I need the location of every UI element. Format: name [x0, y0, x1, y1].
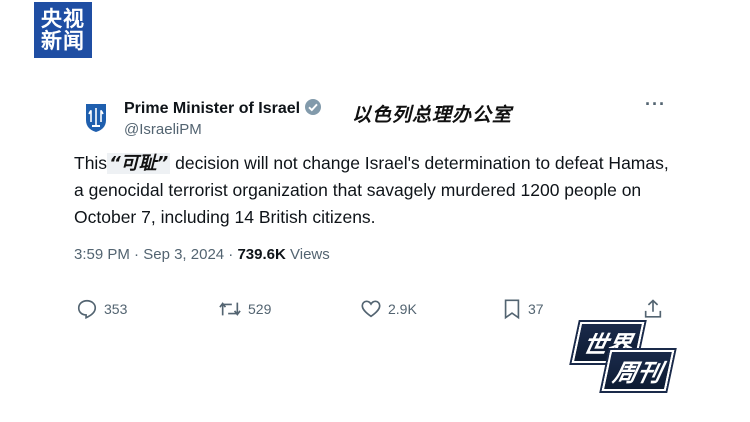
account-name-row[interactable]: Prime Minister of Israel — [124, 98, 322, 121]
share-button[interactable] — [642, 298, 670, 320]
meta-separator: · — [134, 246, 140, 263]
israel-emblem-icon — [78, 98, 114, 134]
tweet-text-start: This — [74, 153, 108, 173]
views-label: Views — [290, 246, 330, 263]
bookmark-button[interactable]: 37 — [502, 298, 544, 320]
reply-count: 353 — [104, 301, 128, 317]
overlay-caption: 以色列总理办公室 — [352, 104, 513, 126]
tweet-meta: 3:59 PM · Sep 3, 2024 · 739.6K Views — [74, 246, 330, 263]
tweet-date[interactable]: Sep 3, 2024 — [143, 246, 224, 263]
tweet-text: This “可耻” decision will not change Israel… — [74, 150, 674, 231]
like-button[interactable]: 2.9K — [360, 298, 417, 320]
action-bar: 353 529 2.9K 37 — [76, 298, 676, 322]
inline-overlay-caption: “可耻” — [107, 153, 171, 174]
repost-icon — [219, 302, 241, 316]
meta-separator-2: · — [228, 246, 234, 263]
verified-badge-icon — [304, 98, 322, 121]
repost-button[interactable]: 529 — [218, 298, 271, 320]
tweet-card: Prime Minister of Israel @IsraeliPM 以色列总… — [62, 88, 682, 338]
reply-button[interactable]: 353 — [76, 298, 127, 320]
bookmark-icon — [504, 299, 520, 320]
logo-line-2: 新闻 — [41, 29, 85, 53]
tweet-time[interactable]: 3:59 PM — [74, 246, 130, 263]
account-avatar[interactable] — [78, 98, 114, 134]
cctv-news-logo: 央视 新闻 — [34, 2, 92, 58]
repost-count: 529 — [248, 301, 272, 317]
share-icon — [644, 299, 662, 318]
more-options-icon[interactable]: ··· — [645, 94, 666, 115]
account-handle[interactable]: @IsraeliPM — [124, 121, 202, 138]
watermark-line-2: 周刊 — [601, 350, 675, 391]
views-count: 739.6K — [237, 246, 286, 263]
logo-line-1: 央视 — [41, 6, 85, 31]
heart-icon — [361, 300, 381, 318]
reply-icon — [77, 299, 97, 319]
bookmark-count: 37 — [528, 301, 544, 317]
account-name[interactable]: Prime Minister of Israel — [124, 100, 300, 117]
like-count: 2.9K — [388, 301, 417, 317]
